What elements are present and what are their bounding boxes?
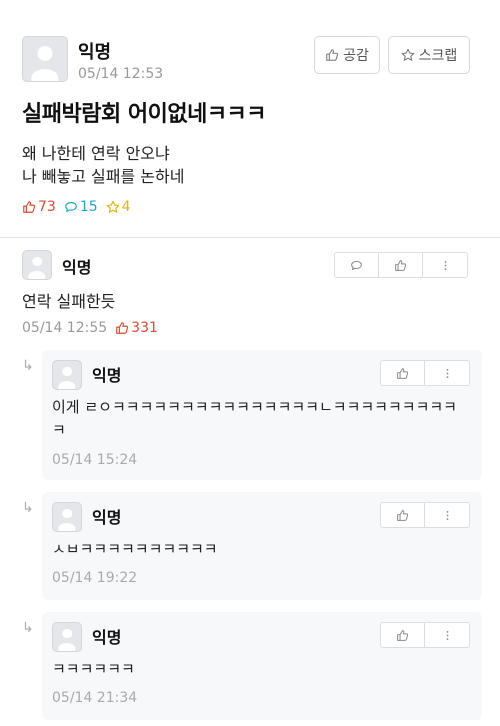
divider (0, 237, 500, 238)
reply-text: ㅅㅂㅋㅋㅋㅋㅋㅋㅋㅋㅋㅋ (52, 540, 218, 558)
reply-time: 05/14 19:22 (52, 570, 138, 586)
reply: 익명 이게 ㄹㅇㅋㅋㅋㅋㅋㅋㅋㅋㅋㅋㅋㅋㅋㅋㅋㄴㅋㅋㅋㅋㅋㅋㅋㅋㅋㅋ 05/14… (42, 350, 482, 480)
more-button[interactable] (425, 361, 469, 385)
comment-actions (334, 252, 468, 278)
more-vertical-icon (446, 630, 448, 640)
reply-author: 익명 (92, 628, 122, 647)
reply-text: 이게 ㄹㅇㅋㅋㅋㅋㅋㅋㅋㅋㅋㅋㅋㅋㅋㅋㅋㄴㅋㅋㅋㅋㅋㅋㅋㅋㅋㅋ (52, 398, 457, 439)
thumb-up-icon (395, 259, 407, 271)
comment-like-button[interactable] (379, 253, 423, 277)
thumb-up-icon (397, 629, 409, 641)
post-stats: 73 15 4 (22, 199, 131, 215)
more-vertical-icon (444, 260, 446, 270)
reply-author: 익명 (92, 366, 122, 385)
avatar-icon (22, 250, 52, 280)
comment-text: 연락 실패한듯 (22, 292, 116, 311)
like-button-label: 공감 (343, 48, 369, 64)
comment-meta: 05/14 12:55 331 (22, 320, 158, 336)
post-title: 실패박람회 어이없네ㅋㅋㅋ (22, 102, 267, 127)
thumb-up-icon (397, 367, 409, 379)
reply-arrow-icon: ↳ (22, 500, 34, 516)
thumb-up-icon (397, 509, 409, 521)
reply-like-button[interactable] (381, 361, 425, 385)
more-button[interactable] (423, 253, 467, 277)
like-count: 73 (22, 199, 56, 215)
comment-likes: 331 (115, 320, 158, 336)
thumb-up-icon (326, 49, 339, 61)
avatar-icon (22, 36, 68, 82)
comment-count: 15 (64, 199, 98, 215)
comment-author: 익명 (62, 258, 92, 277)
reply-actions (380, 622, 470, 648)
post-header: 익명 05/14 12:53 공감 스크랩 (22, 36, 482, 88)
scrap-count: 4 (106, 199, 131, 215)
more-vertical-icon (446, 368, 448, 378)
reply-text: ㅋㅋㅋㅋㅋㅋ (52, 660, 135, 678)
reply-actions (380, 360, 470, 386)
reply-time: 05/14 15:24 (52, 452, 138, 468)
thumb-up-icon (23, 201, 36, 213)
post-body: 왜 나한테 연락 안오냐 나 빼놓고 실패를 논하네 (22, 142, 184, 188)
reply-button[interactable] (335, 253, 379, 277)
avatar-icon (52, 360, 82, 390)
more-vertical-icon (446, 510, 448, 520)
more-button[interactable] (425, 623, 469, 647)
reply-author: 익명 (92, 508, 122, 527)
scrap-count-value: 4 (121, 199, 131, 215)
speech-bubble-icon (65, 202, 77, 212)
avatar-icon (52, 502, 82, 532)
comment-count-value: 15 (79, 199, 98, 215)
reply: 익명 ㅅㅂㅋㅋㅋㅋㅋㅋㅋㅋㅋㅋ 05/14 19:22 (42, 492, 482, 600)
more-button[interactable] (425, 503, 469, 527)
post-body-line: 왜 나한테 연락 안오냐 (22, 144, 170, 163)
post-body-line: 나 빼놓고 실패를 논하네 (22, 167, 185, 186)
post-time: 05/14 12:53 (78, 66, 164, 82)
avatar-icon (52, 622, 82, 652)
reply-time: 05/14 21:34 (52, 690, 138, 706)
scrap-button[interactable]: 스크랩 (388, 36, 470, 74)
like-count-value: 73 (38, 199, 56, 215)
comment-likes-value: 331 (131, 320, 158, 336)
reply-actions (380, 502, 470, 528)
like-button[interactable]: 공감 (314, 36, 380, 74)
reply-arrow-icon: ↳ (22, 620, 34, 636)
star-icon (106, 200, 119, 213)
reply: 익명 ㅋㅋㅋㅋㅋㅋ 05/14 21:34 (42, 612, 482, 720)
partial-top-bar (444, 0, 480, 6)
reply-like-button[interactable] (381, 503, 425, 527)
star-icon (401, 48, 414, 61)
comment-time: 05/14 12:55 (22, 320, 108, 336)
speech-bubble-icon (351, 260, 362, 270)
reply-arrow-icon: ↳ (22, 358, 34, 374)
reply-like-button[interactable] (381, 623, 425, 647)
scrap-button-label: 스크랩 (418, 48, 458, 64)
post-author: 익명 (78, 42, 112, 63)
thumb-up-icon (116, 322, 129, 334)
